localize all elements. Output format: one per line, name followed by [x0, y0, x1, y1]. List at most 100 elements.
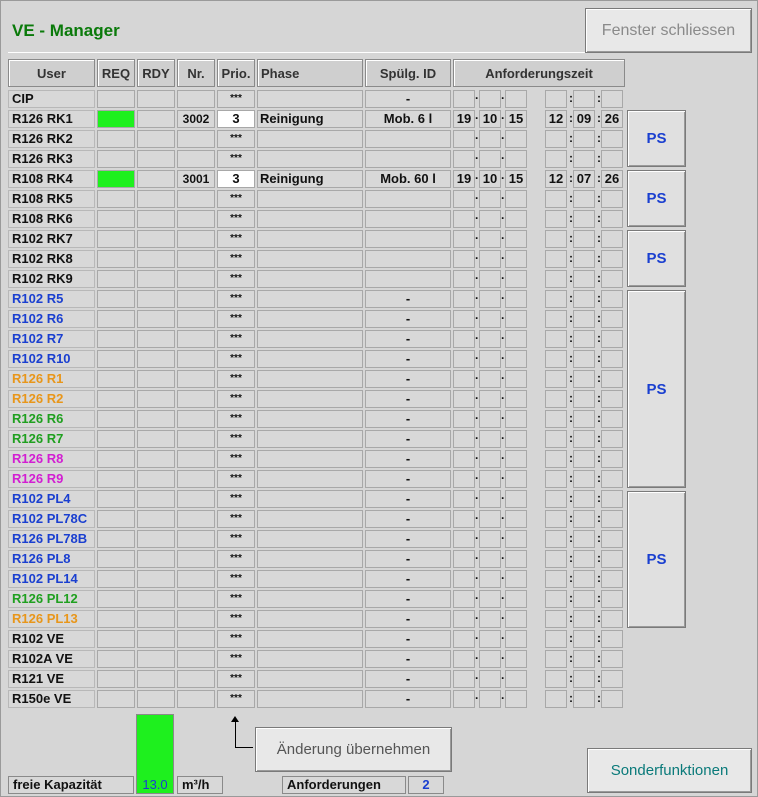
prio-field[interactable]: *** [217, 490, 255, 508]
nr-cell [177, 610, 215, 628]
req-indicator [97, 350, 135, 368]
prio-field[interactable]: *** [217, 690, 255, 708]
phase-cell [257, 430, 363, 448]
prio-field[interactable]: *** [217, 510, 255, 528]
prio-field[interactable]: *** [217, 230, 255, 248]
special-functions-button[interactable]: Sonderfunktionen [587, 748, 752, 793]
prio-field[interactable]: *** [217, 250, 255, 268]
time-separator: · [501, 151, 505, 165]
time-field [505, 210, 527, 228]
capacity-label: freie Kapazität [8, 776, 134, 794]
table-row: R126 PL12 *** - · ·:: [0, 589, 640, 609]
time-separator: : [569, 651, 573, 665]
prio-field[interactable]: *** [217, 130, 255, 148]
time-separator: : [569, 91, 573, 105]
prio-field[interactable]: *** [217, 150, 255, 168]
time-separator: · [475, 491, 479, 505]
prio-field[interactable]: *** [217, 270, 255, 288]
time-separator: · [475, 351, 479, 365]
spuelg-id-cell: - [365, 510, 451, 528]
prio-field[interactable]: *** [217, 210, 255, 228]
req-indicator [97, 230, 135, 248]
ps-button[interactable]: PS [627, 110, 686, 167]
prio-field[interactable]: *** [217, 670, 255, 688]
time-field [601, 250, 623, 268]
time-field [573, 590, 595, 608]
ps-button[interactable]: PS [627, 230, 686, 287]
time-field [453, 430, 475, 448]
time-field [505, 310, 527, 328]
req-indicator [97, 190, 135, 208]
phase-cell [257, 450, 363, 468]
time-field [573, 470, 595, 488]
time-field [479, 390, 501, 408]
prio-field[interactable]: *** [217, 310, 255, 328]
spuelg-id-cell: - [365, 290, 451, 308]
prio-field[interactable]: *** [217, 370, 255, 388]
time-field [505, 470, 527, 488]
prio-field[interactable]: *** [217, 290, 255, 308]
prio-field[interactable]: *** [217, 610, 255, 628]
apply-changes-button[interactable]: Änderung übernehmen [255, 727, 452, 772]
time-field [601, 310, 623, 328]
user-cell: R102 VE [8, 630, 95, 648]
prio-field[interactable]: *** [217, 190, 255, 208]
nr-cell [177, 130, 215, 148]
time-separator: : [569, 371, 573, 385]
page-title: VE - Manager [12, 21, 120, 40]
time-field [545, 470, 567, 488]
nr-cell [177, 630, 215, 648]
prio-field[interactable]: *** [217, 330, 255, 348]
spuelg-id-cell: - [365, 550, 451, 568]
time-separator: · [475, 331, 479, 345]
req-indicator [97, 430, 135, 448]
time-field [573, 570, 595, 588]
time-field [453, 650, 475, 668]
prio-field[interactable]: *** [217, 390, 255, 408]
time-separator: : [597, 291, 601, 305]
header-spuelg-id: Spülg. ID [365, 59, 451, 87]
prio-field[interactable]: *** [217, 570, 255, 588]
time-separator: : [597, 351, 601, 365]
ps-button[interactable]: PS [627, 290, 686, 488]
prio-field[interactable]: *** [217, 590, 255, 608]
prio-field[interactable]: 3 [217, 110, 255, 128]
arrow-line-horizontal [235, 747, 253, 748]
nr-cell [177, 530, 215, 548]
time-field [601, 570, 623, 588]
nr-cell [177, 190, 215, 208]
time-separator: · [501, 691, 505, 705]
phase-cell [257, 470, 363, 488]
time-field [573, 210, 595, 228]
nr-cell [177, 330, 215, 348]
prio-field[interactable]: *** [217, 650, 255, 668]
prio-field[interactable]: 3 [217, 170, 255, 188]
prio-field[interactable]: *** [217, 350, 255, 368]
time-separator: · [501, 551, 505, 565]
time-separator: · [475, 291, 479, 305]
time-field [453, 230, 475, 248]
spuelg-id-cell: - [365, 650, 451, 668]
close-window-button[interactable]: Fenster schliessen [585, 8, 752, 53]
prio-field[interactable]: *** [217, 450, 255, 468]
time-separator: : [597, 671, 601, 685]
prio-field[interactable]: *** [217, 430, 255, 448]
time-separator: · [475, 591, 479, 605]
time-field [573, 310, 595, 328]
time-field [453, 250, 475, 268]
time-separator: · [475, 131, 479, 145]
prio-field[interactable]: *** [217, 90, 255, 108]
time-field [479, 690, 501, 708]
nr-cell [177, 570, 215, 588]
prio-field[interactable]: *** [217, 550, 255, 568]
ps-button[interactable]: PS [627, 491, 686, 628]
prio-field[interactable]: *** [217, 530, 255, 548]
req-indicator [97, 650, 135, 668]
rdy-indicator [137, 510, 175, 528]
time-separator: · [475, 391, 479, 405]
time-field [601, 150, 623, 168]
prio-field[interactable]: *** [217, 410, 255, 428]
ps-button[interactable]: PS [627, 170, 686, 227]
prio-field[interactable]: *** [217, 630, 255, 648]
prio-field[interactable]: *** [217, 470, 255, 488]
